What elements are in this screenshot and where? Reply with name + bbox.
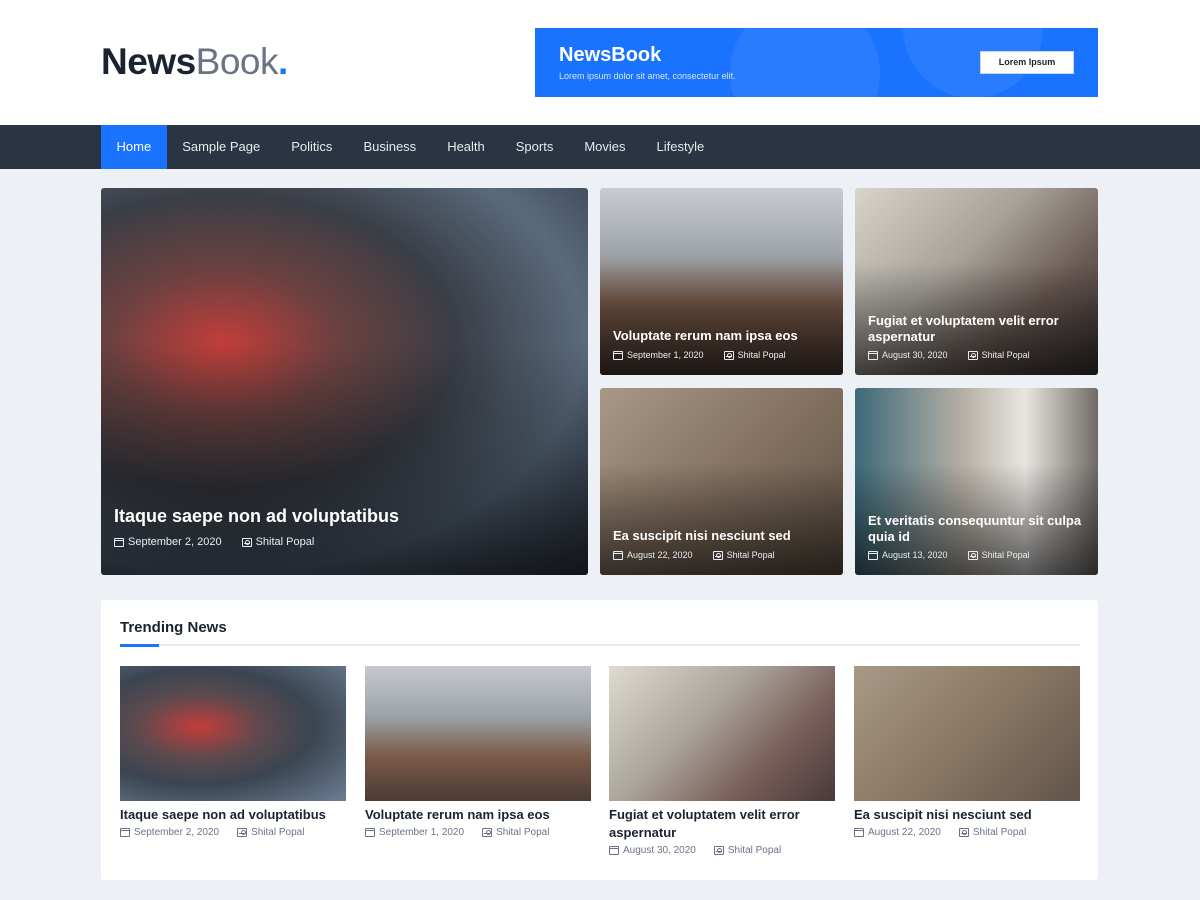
post-author[interactable]: Shital Popal xyxy=(496,827,549,838)
featured-card[interactable]: Fugiat et voluptatem velit error asperna… xyxy=(855,188,1098,375)
logo-text-book: Book xyxy=(195,41,279,82)
user-icon xyxy=(967,550,978,560)
featured-card-main[interactable]: Itaque saepe non ad voluptatibus Septemb… xyxy=(101,188,588,575)
user-icon xyxy=(713,846,724,855)
post-author[interactable]: Shital Popal xyxy=(973,827,1026,838)
post-title[interactable]: Ea suscipit nisi nesciunt sed xyxy=(854,806,1080,824)
post-author[interactable]: Shital Popal xyxy=(251,827,304,838)
post-title[interactable]: Voluptate rerum nam ipsa eos xyxy=(365,806,591,824)
trending-item: Voluptate rerum nam ipsa eos September 1… xyxy=(365,666,591,838)
featured-title[interactable]: Et veritatis consequuntur sit culpa quia… xyxy=(868,513,1086,545)
post-meta: September 2, 2020 Shital Popal xyxy=(114,536,314,548)
nav-item-health[interactable]: Health xyxy=(432,125,501,169)
post-date[interactable]: August 13, 2020 xyxy=(882,550,948,560)
post-author[interactable]: Shital Popal xyxy=(982,350,1030,360)
post-meta: August 22, 2020 Shital Popal xyxy=(854,827,1080,838)
section-heading: Trending News xyxy=(120,619,227,636)
nav-item-home[interactable]: Home xyxy=(101,125,167,169)
main-nav: Home Sample Page Politics Business Healt… xyxy=(0,125,1200,169)
post-author[interactable]: Shital Popal xyxy=(738,350,786,360)
ad-title: NewsBook xyxy=(559,44,662,66)
ad-button[interactable]: Lorem Ipsum xyxy=(980,51,1074,74)
featured-title[interactable]: Fugiat et voluptatem velit error asperna… xyxy=(868,313,1086,345)
calendar-icon xyxy=(609,846,619,855)
post-thumbnail[interactable] xyxy=(365,666,591,801)
featured-card[interactable]: Voluptate rerum nam ipsa eos September 1… xyxy=(600,188,843,375)
user-icon xyxy=(723,350,734,360)
post-title[interactable]: Fugiat et voluptatem velit error asperna… xyxy=(609,806,835,842)
calendar-icon xyxy=(120,828,130,837)
post-author[interactable]: Shital Popal xyxy=(728,845,781,856)
post-thumbnail[interactable] xyxy=(854,666,1080,801)
post-author[interactable]: Shital Popal xyxy=(256,536,315,548)
nav-item-politics[interactable]: Politics xyxy=(276,125,348,169)
calendar-icon xyxy=(868,350,878,360)
featured-title[interactable]: Itaque saepe non ad voluptatibus xyxy=(114,505,576,527)
ad-banner[interactable]: NewsBook Lorem ipsum dolor sit amet, con… xyxy=(535,28,1098,97)
post-meta: August 13, 2020 Shital Popal xyxy=(868,550,1030,560)
user-icon xyxy=(482,828,493,837)
ad-subtitle: Lorem ipsum dolor sit amet, consectetur … xyxy=(559,71,736,81)
post-author[interactable]: Shital Popal xyxy=(727,550,775,560)
calendar-icon xyxy=(868,550,878,560)
post-date[interactable]: August 22, 2020 xyxy=(868,827,941,838)
site-header: NewsBook. NewsBook Lorem ipsum dolor sit… xyxy=(0,0,1200,125)
post-date[interactable]: August 22, 2020 xyxy=(627,550,693,560)
heading-divider xyxy=(120,644,1080,646)
post-meta: August 30, 2020 Shital Popal xyxy=(868,350,1030,360)
post-author[interactable]: Shital Popal xyxy=(982,550,1030,560)
featured-title[interactable]: Ea suscipit nisi nesciunt sed xyxy=(613,528,831,544)
nav-item-sports[interactable]: Sports xyxy=(500,125,569,169)
user-icon xyxy=(712,550,723,560)
calendar-icon xyxy=(613,350,623,360)
post-date[interactable]: August 30, 2020 xyxy=(623,845,696,856)
logo-text-news: News xyxy=(101,41,196,82)
nav-item-business[interactable]: Business xyxy=(348,125,432,169)
trending-item: Ea suscipit nisi nesciunt sed August 22,… xyxy=(854,666,1080,838)
trending-item: Fugiat et voluptatem velit error asperna… xyxy=(609,666,835,856)
post-date[interactable]: August 30, 2020 xyxy=(882,350,948,360)
post-meta: August 30, 2020 Shital Popal xyxy=(609,845,835,856)
user-icon xyxy=(237,828,248,837)
heading-accent-bar xyxy=(120,644,159,647)
trending-news-section: Trending News Itaque saepe non ad volupt… xyxy=(101,600,1098,880)
user-icon xyxy=(241,537,252,547)
user-icon xyxy=(958,828,969,837)
post-date[interactable]: September 2, 2020 xyxy=(128,536,222,548)
calendar-icon xyxy=(114,537,124,547)
user-icon xyxy=(967,350,978,360)
nav-item-sample-page[interactable]: Sample Page xyxy=(167,125,276,169)
post-meta: September 2, 2020 Shital Popal xyxy=(120,827,346,838)
featured-card[interactable]: Et veritatis consequuntur sit culpa quia… xyxy=(855,388,1098,575)
post-thumbnail[interactable] xyxy=(120,666,346,801)
post-date[interactable]: September 2, 2020 xyxy=(134,827,219,838)
trending-item: Itaque saepe non ad voluptatibus Septemb… xyxy=(120,666,346,838)
post-date[interactable]: September 1, 2020 xyxy=(379,827,464,838)
featured-card[interactable]: Ea suscipit nisi nesciunt sed August 22,… xyxy=(600,388,843,575)
post-date[interactable]: September 1, 2020 xyxy=(627,350,704,360)
calendar-icon xyxy=(613,550,623,560)
calendar-icon xyxy=(365,828,375,837)
featured-grid: Itaque saepe non ad voluptatibus Septemb… xyxy=(101,188,1098,575)
nav-item-movies[interactable]: Movies xyxy=(569,125,641,169)
banner-decor-circle xyxy=(730,28,880,97)
logo-dot: . xyxy=(278,41,288,82)
nav-item-lifestyle[interactable]: Lifestyle xyxy=(641,125,720,169)
post-meta: September 1, 2020 Shital Popal xyxy=(613,350,786,360)
calendar-icon xyxy=(854,828,864,837)
post-meta: September 1, 2020 Shital Popal xyxy=(365,827,591,838)
post-meta: August 22, 2020 Shital Popal xyxy=(613,550,775,560)
site-logo[interactable]: NewsBook. xyxy=(101,40,288,84)
featured-title[interactable]: Voluptate rerum nam ipsa eos xyxy=(613,328,831,344)
post-thumbnail[interactable] xyxy=(609,666,835,801)
post-title[interactable]: Itaque saepe non ad voluptatibus xyxy=(120,806,346,824)
